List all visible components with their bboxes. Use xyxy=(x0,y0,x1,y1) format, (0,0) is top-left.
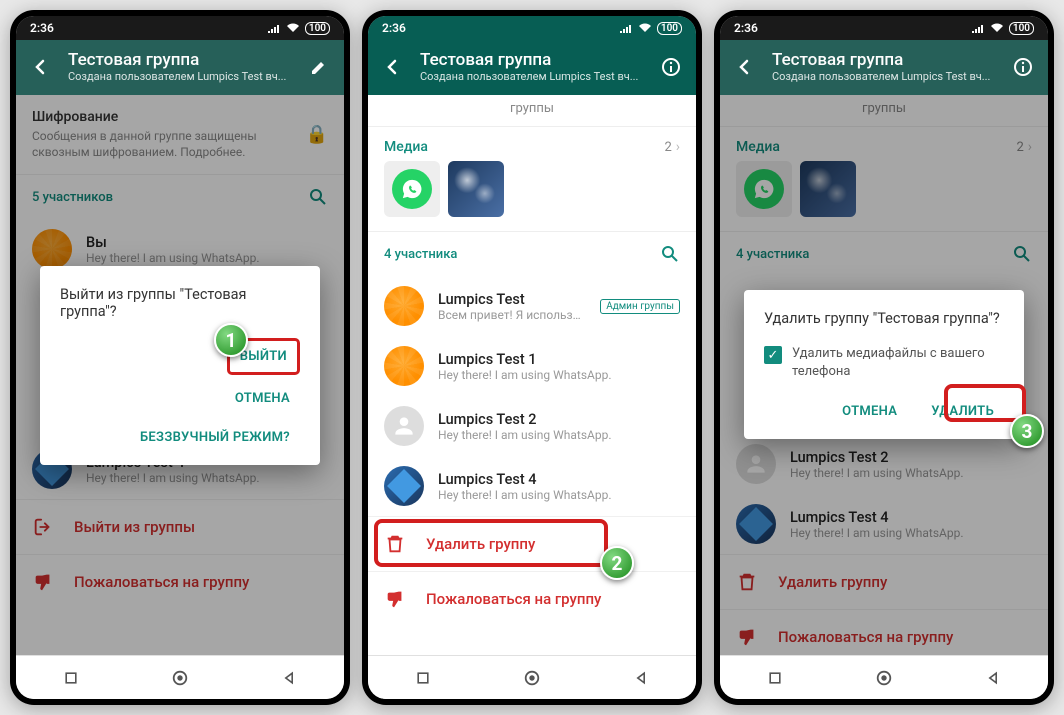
app-header: Тестовая группа Создана пользователем Lu… xyxy=(16,40,344,95)
edit-icon[interactable] xyxy=(308,56,330,78)
delete-label: Удалить группу xyxy=(426,535,535,553)
wifi-icon xyxy=(990,23,1004,33)
report-group-button[interactable]: Пожаловаться на группу xyxy=(368,571,696,626)
cancel-button[interactable]: ОТМЕНА xyxy=(832,396,907,427)
status-bar: 2:36 100 xyxy=(368,16,696,40)
avatar xyxy=(384,406,424,446)
back-icon[interactable] xyxy=(30,56,52,78)
member-status: Hey there! I am using WhatsApp. xyxy=(438,488,680,502)
nav-recent-icon[interactable] xyxy=(765,668,785,688)
member-status: Hey there! I am using WhatsApp. xyxy=(438,368,680,382)
member-name: Lumpics Test 4 xyxy=(438,471,680,488)
battery-icon: 100 xyxy=(305,22,330,35)
report-label: Пожаловаться на группу xyxy=(426,590,601,608)
nav-recent-icon[interactable] xyxy=(61,668,81,688)
member-status: Hey there! I am using WhatsApp. xyxy=(438,428,680,442)
whatsapp-icon xyxy=(392,169,432,209)
android-navbar xyxy=(368,655,696,699)
nav-home-icon[interactable] xyxy=(170,668,190,688)
header-title: Тестовая группа xyxy=(772,50,996,70)
nav-back-icon[interactable] xyxy=(279,668,299,688)
nav-back-icon[interactable] xyxy=(631,668,651,688)
nav-recent-icon[interactable] xyxy=(413,668,433,688)
status-icons: 100 xyxy=(619,22,682,35)
admin-badge: Админ группы xyxy=(600,299,680,314)
media-thumbnails xyxy=(368,161,696,231)
avatar xyxy=(384,286,424,326)
signal-icon xyxy=(619,23,633,33)
battery-icon: 100 xyxy=(657,22,682,35)
thumbs-down-icon xyxy=(384,588,406,610)
header-subtitle: Создана пользователем Lumpics Test вч... xyxy=(772,70,996,83)
group-info-content: группы Медиа 2› 4 участника Lumpics Test… xyxy=(368,95,696,655)
media-header[interactable]: Медиа 2› xyxy=(368,127,696,161)
info-icon[interactable] xyxy=(1012,56,1034,78)
wifi-icon xyxy=(286,23,300,33)
trash-icon xyxy=(384,533,406,555)
status-icons: 100 xyxy=(267,22,330,35)
list-item[interactable]: Lumpics Test 2 Hey there! I am using Wha… xyxy=(368,396,696,456)
avatar xyxy=(384,466,424,506)
member-name: Lumpics Test 1 xyxy=(438,351,680,368)
media-thumb[interactable] xyxy=(448,161,504,217)
checkbox-icon: ✓ xyxy=(764,346,782,364)
signal-icon xyxy=(971,23,985,33)
participants-count: 4 участника xyxy=(384,247,457,262)
status-bar: 2:36 100 xyxy=(16,16,344,40)
nav-home-icon[interactable] xyxy=(874,668,894,688)
status-time: 2:36 xyxy=(382,21,406,35)
delete-media-checkbox[interactable]: ✓ Удалить медиафайлы с вашего телефона xyxy=(764,345,1004,380)
list-item[interactable]: Lumpics Test 4 Hey there! I am using Wha… xyxy=(368,456,696,516)
exit-group-dialog: Выйти из группы "Тестовая группа"? ВЫЙТИ… xyxy=(40,266,320,465)
list-item[interactable]: Lumpics Test Всем привет! Я использую Wh… xyxy=(368,276,696,336)
battery-icon: 100 xyxy=(1009,22,1034,35)
nav-back-icon[interactable] xyxy=(983,668,1003,688)
member-status: Всем привет! Я использую WhatsApp. xyxy=(438,308,586,322)
checkbox-label: Удалить медиафайлы с вашего телефона xyxy=(792,345,1004,380)
status-time: 2:36 xyxy=(734,21,758,35)
step-badge-2: 2 xyxy=(600,546,634,580)
mute-button[interactable]: БЕЗЗВУЧНЫЙ РЕЖИМ? xyxy=(130,422,300,453)
app-header: Тестовая группа Создана пользователем Lu… xyxy=(720,40,1048,95)
media-label: Медиа xyxy=(384,139,428,155)
step-badge-3: 3 xyxy=(1010,414,1044,448)
group-label: группы xyxy=(368,95,696,127)
app-header: Тестовая группа Создана пользователем Lu… xyxy=(368,40,696,95)
phone-screenshot-2: 2:36 100 Тестовая группа Создана пользов… xyxy=(362,10,702,705)
media-count: 2› xyxy=(664,139,680,155)
back-icon[interactable] xyxy=(382,56,404,78)
member-name: Lumpics Test xyxy=(438,291,586,308)
cancel-button[interactable]: ОТМЕНА xyxy=(225,383,300,414)
step-badge-1: 1 xyxy=(214,323,248,357)
back-icon[interactable] xyxy=(734,56,756,78)
dialog-message: Удалить группу "Тестовая группа"? xyxy=(764,310,1004,327)
list-item[interactable]: Lumpics Test 1 Hey there! I am using Wha… xyxy=(368,336,696,396)
header-title: Тестовая группа xyxy=(420,50,644,70)
status-bar: 2:36 100 xyxy=(720,16,1048,40)
signal-icon xyxy=(267,23,281,33)
delete-group-dialog: Удалить группу "Тестовая группа"? ✓ Удал… xyxy=(744,290,1024,439)
header-title: Тестовая группа xyxy=(68,50,292,70)
android-navbar xyxy=(720,655,1048,699)
header-subtitle: Создана пользователем Lumpics Test вч... xyxy=(68,70,292,83)
status-time: 2:36 xyxy=(30,21,54,35)
delete-button[interactable]: УДАЛИТЬ xyxy=(921,396,1004,427)
status-icons: 100 xyxy=(971,22,1034,35)
info-icon[interactable] xyxy=(660,56,682,78)
member-name: Lumpics Test 2 xyxy=(438,411,680,428)
media-thumb[interactable] xyxy=(384,161,440,217)
phone-screenshot-3: 2:36 100 Тестовая группа Создана пользов… xyxy=(714,10,1054,705)
avatar xyxy=(384,346,424,386)
nav-home-icon[interactable] xyxy=(522,668,542,688)
phone-screenshot-1: 2:36 100 Тестовая группа Создана пользов… xyxy=(10,10,350,705)
wifi-icon xyxy=(638,23,652,33)
android-navbar xyxy=(16,655,344,699)
delete-group-button[interactable]: Удалить группу xyxy=(368,516,696,571)
header-subtitle: Создана пользователем Lumpics Test вч... xyxy=(420,70,644,83)
search-icon[interactable] xyxy=(660,244,680,264)
participants-header: 4 участника xyxy=(368,232,696,276)
dialog-message: Выйти из группы "Тестовая группа"? xyxy=(60,286,300,320)
